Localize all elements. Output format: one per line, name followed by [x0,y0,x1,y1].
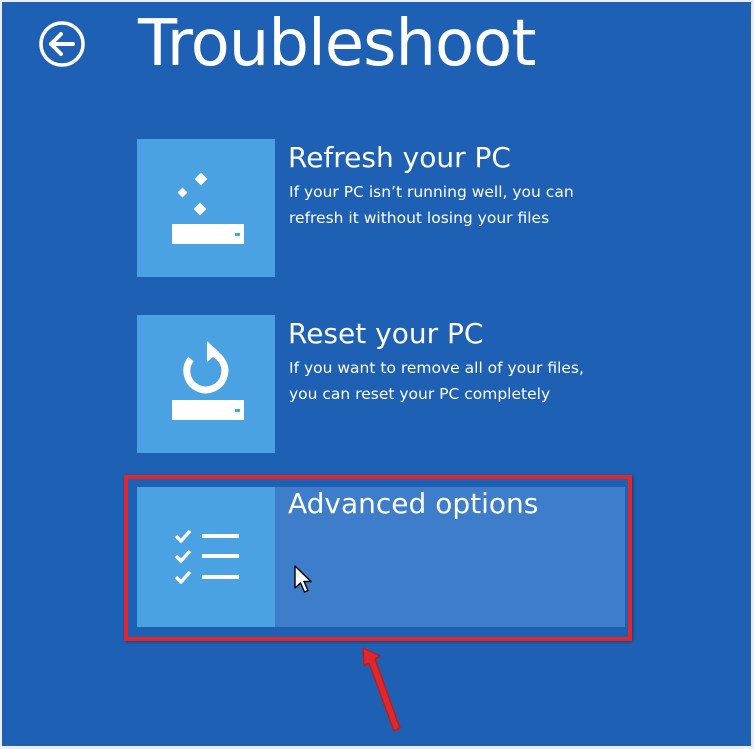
reset-pc-icon [172,341,244,420]
refresh-pc-description: If your PC isn’t running well, you can r… [289,183,574,227]
mouse-cursor-icon [294,565,312,593]
refresh-pc-title: Refresh your PC [288,141,511,174]
reset-pc-option[interactable]: Reset your PC If you want to remove all … [137,315,617,453]
advanced-options-option[interactable]: Advanced options [137,487,625,627]
advanced-options-tile-icon [137,487,275,627]
checklist-icon [174,529,239,584]
page-title: Troubleshoot [138,7,536,81]
back-button[interactable] [38,20,86,68]
refresh-pc-tile-icon [137,139,275,277]
red-arrow-icon [362,647,401,732]
refresh-pc-icon [172,172,244,244]
reset-pc-description: If you want to remove all of your files,… [289,359,584,403]
troubleshoot-screen: Troubleshoot Refresh your PC If your PC … [2,2,751,746]
advanced-options-title: Advanced options [288,487,539,520]
reset-pc-title: Reset your PC [288,317,484,350]
refresh-pc-option[interactable]: Refresh your PC If your PC isn’t running… [137,139,617,277]
reset-pc-tile-icon [137,315,275,453]
back-arrow-icon [39,21,85,67]
